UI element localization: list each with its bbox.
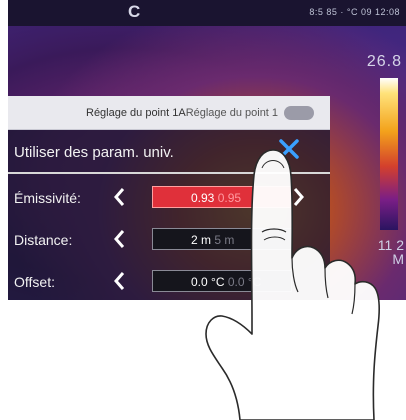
pointing-hand-icon (205, 149, 381, 420)
